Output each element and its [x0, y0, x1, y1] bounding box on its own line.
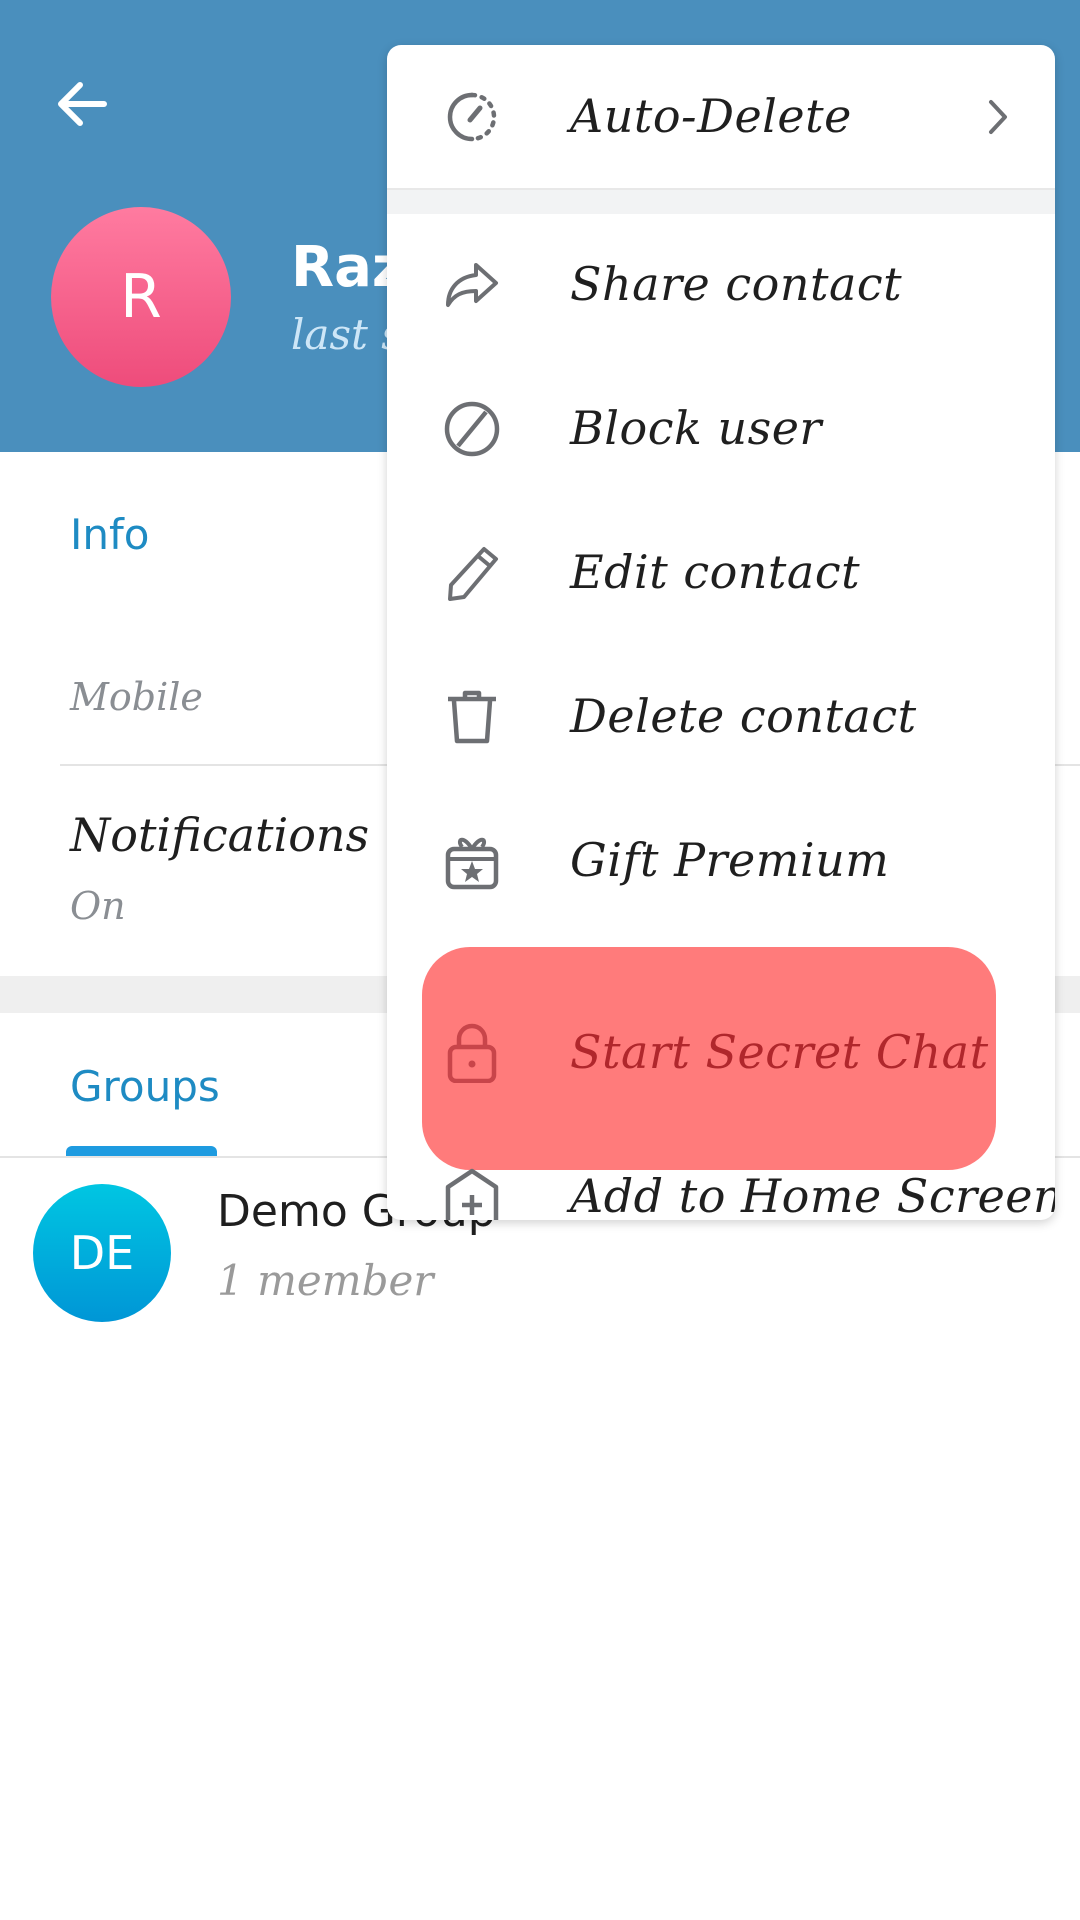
menu-item-edit-contact[interactable]: Edit contact: [387, 503, 1055, 643]
arrow-left-icon: [58, 82, 107, 126]
chevron-right-icon: [989, 100, 1007, 134]
gift-icon: [445, 837, 499, 890]
menu-item-auto-delete[interactable]: Auto-Delete: [387, 47, 1055, 187]
menu-item-label: Start Secret Chat: [570, 1025, 989, 1079]
lock-icon: [447, 1023, 497, 1083]
add-home-icon: [445, 1168, 499, 1220]
menu-item-label: Gift Premium: [570, 833, 890, 887]
trash-icon: [448, 690, 496, 744]
group-member-count: 1 member: [217, 1256, 434, 1305]
tab-groups[interactable]: Groups: [70, 1062, 220, 1111]
menu-item-block-user[interactable]: Block user: [387, 359, 1055, 499]
menu-item-label: Delete contact: [570, 689, 917, 743]
avatar[interactable]: R: [51, 207, 231, 387]
pencil-icon: [448, 547, 498, 601]
overflow-menu: Auto-Delete Share contact Block user Edi…: [387, 45, 1055, 1220]
menu-item-share-contact[interactable]: Share contact: [387, 215, 1055, 355]
notifications-label[interactable]: Notifications: [70, 808, 369, 862]
back-button[interactable]: [52, 72, 116, 136]
group-avatar: DE: [33, 1184, 171, 1322]
notifications-value: On: [70, 884, 126, 928]
menu-item-label: Block user: [570, 401, 822, 455]
share-icon: [446, 263, 498, 307]
avatar-initial: R: [120, 262, 162, 332]
menu-item-delete-contact[interactable]: Delete contact: [387, 647, 1055, 787]
menu-separator: [387, 188, 1055, 214]
mobile-label[interactable]: Mobile: [70, 675, 203, 719]
group-avatar-initials: DE: [69, 1226, 135, 1280]
menu-item-start-secret-chat[interactable]: Start Secret Chat: [387, 983, 1055, 1123]
block-icon: [444, 401, 500, 457]
menu-item-label: Edit contact: [570, 545, 861, 599]
info-section-title: Info: [70, 510, 150, 559]
menu-item-label: Share contact: [570, 257, 903, 311]
timer-icon: [447, 92, 497, 142]
menu-item-label: Auto-Delete: [570, 89, 852, 143]
menu-item-gift-premium[interactable]: Gift Premium: [387, 791, 1055, 931]
menu-item-label: Add to Home Screen: [570, 1169, 1055, 1220]
menu-item-add-to-home-screen[interactable]: Add to Home Screen: [387, 1127, 1055, 1220]
